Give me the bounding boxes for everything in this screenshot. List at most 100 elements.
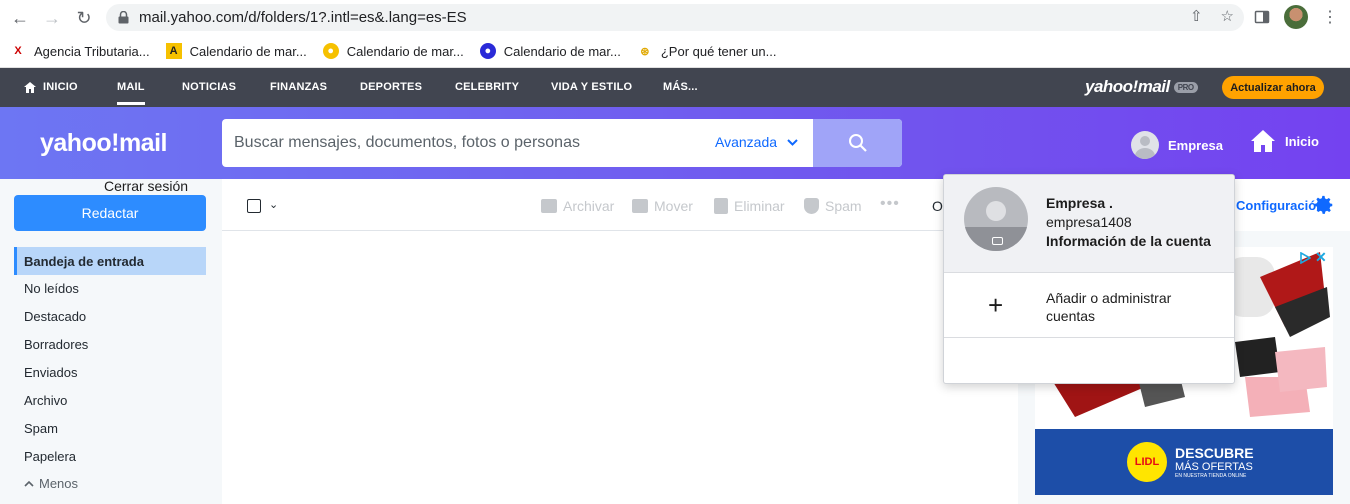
url-text: mail.yahoo.com/d/folders/1?.intl=es&.lan… [139, 9, 467, 26]
archive-button[interactable]: Archivar [541, 198, 614, 214]
forward-icon[interactable]: → [40, 6, 64, 30]
bookmark-label: Calendario de mar... [503, 43, 621, 59]
select-all-checkbox[interactable] [247, 199, 261, 213]
account-name: Empresa [1168, 137, 1223, 153]
medal-icon: ⊛ [640, 45, 650, 58]
folder-inbox[interactable]: Bandeja de entrada [14, 247, 206, 275]
nav-deportes[interactable]: DEPORTES [360, 81, 422, 93]
plus-icon: + [988, 290, 1004, 320]
logo-text: yahoo!mail [1085, 77, 1170, 96]
nav-vida-y-estilo[interactable]: VIDA Y ESTILO [551, 81, 632, 93]
nav-mas[interactable]: MÁS... [663, 81, 698, 93]
account-summary: Empresa . empresa1408 Información de la … [944, 175, 1234, 272]
spam-button[interactable]: Spam [804, 198, 862, 214]
pro-badge: PRO [1173, 81, 1198, 93]
bookmark-item[interactable]: A Calendario de mar... [165, 43, 307, 59]
bookmark-label: ¿Por qué tener un... [660, 43, 777, 59]
spam-label: Spam [825, 198, 862, 214]
home-link[interactable]: Inicio [1250, 129, 1319, 153]
folder-sent[interactable]: Enviados [14, 358, 206, 386]
folder-drafts[interactable]: Borradores [14, 330, 206, 358]
move-label: Mover [654, 198, 693, 214]
sort-options[interactable]: O [932, 198, 943, 214]
lidl-logo: LIDL [1127, 442, 1167, 482]
account-menu-button[interactable]: Empresa [1131, 131, 1223, 159]
shield-icon [804, 198, 819, 214]
address-bar[interactable]: mail.yahoo.com/d/folders/1?.intl=es&.lan… [106, 4, 1244, 31]
bookmark-item[interactable]: X Agencia Tributaria... [10, 43, 150, 59]
folder-trash[interactable]: Papelera [14, 442, 206, 470]
upgrade-button[interactable]: Actualizar ahora [1222, 76, 1324, 99]
compose-button[interactable]: Redactar [14, 195, 206, 231]
nav-celebrity[interactable]: CELEBRITY [455, 81, 519, 93]
adchoices-icon[interactable]: ✕ [1299, 249, 1327, 266]
calendar-yellow-icon: ● [322, 43, 339, 59]
bookmark-item[interactable]: ● Calendario de mar... [479, 43, 621, 59]
nav-home[interactable]: INICIO [24, 81, 78, 93]
settings-link[interactable]: Configuración [1236, 198, 1324, 213]
bookmark-label: Agencia Tributaria... [34, 43, 150, 59]
calendar-a-icon: A [165, 43, 182, 59]
gear-icon[interactable] [1313, 194, 1335, 216]
less-label: Menos [39, 476, 79, 491]
nav-finanzas[interactable]: FINANZAS [270, 81, 327, 93]
home-label: Inicio [1285, 133, 1319, 149]
profile-avatar[interactable] [1284, 5, 1308, 29]
ad-headline: DESCUBRE [1175, 445, 1254, 461]
folder-spam[interactable]: Spam [14, 414, 206, 442]
yahoo-mail-pro-logo[interactable]: yahoo!mail PRO [1085, 77, 1198, 97]
share-icon[interactable]: ⇧ [1190, 7, 1203, 25]
archive-label: Archivar [563, 198, 615, 214]
side-panel-icon[interactable] [1254, 9, 1270, 25]
close-ad-icon[interactable]: ✕ [1315, 249, 1327, 266]
home-icon [1251, 130, 1275, 152]
yahoo-mail-logo[interactable]: yahoo!mail [40, 129, 167, 158]
sign-out-button[interactable]: Cerrar sesión [104, 178, 188, 194]
bookmark-item[interactable]: ⊛ ¿Por qué tener un... [637, 43, 777, 59]
trash-icon [714, 198, 728, 214]
more-actions-icon[interactable]: ••• [880, 195, 900, 213]
back-icon[interactable]: ← [8, 6, 32, 30]
search-bar: Avanzada [222, 119, 902, 167]
nav-label: INICIO [43, 81, 78, 93]
account-username: empresa1408 [1046, 214, 1132, 230]
folder-unread[interactable]: No leídos [14, 274, 206, 302]
show-less-toggle[interactable]: Menos [24, 476, 78, 491]
search-button[interactable] [813, 119, 902, 167]
reload-icon[interactable]: ↻ [72, 6, 96, 30]
nav-noticias[interactable]: NOTICIAS [182, 81, 236, 93]
bookmark-star-icon[interactable]: ☆ [1221, 7, 1234, 25]
folder-starred[interactable]: Destacado [14, 302, 206, 330]
camera-icon [992, 237, 1003, 245]
advanced-search-toggle[interactable]: Avanzada [715, 134, 798, 150]
nav-mail[interactable]: MAIL [117, 81, 145, 105]
tax-agency-icon: X [14, 45, 22, 57]
folder-archive[interactable]: Archivo [14, 386, 206, 414]
lock-icon [118, 11, 129, 24]
message-toolbar: ⌄ Archivar Mover Eliminar Spam ••• O [222, 179, 1018, 231]
search-input[interactable] [222, 134, 692, 152]
add-manage-accounts[interactable]: + Añadir o administrar cuentas [944, 272, 1234, 338]
delete-button[interactable]: Eliminar [714, 198, 785, 214]
mail-header: yahoo!mail Avanzada Empresa Inicio [0, 107, 1350, 179]
more-vert-icon[interactable]: ⋮ [1322, 7, 1338, 27]
sidebar: Redactar Bandeja de entrada No leídos De… [0, 179, 222, 504]
move-button[interactable]: Mover [632, 198, 693, 214]
select-options-chevron-icon[interactable]: ⌄ [269, 198, 278, 211]
avatar [1131, 131, 1159, 159]
folder-move-icon [632, 199, 648, 213]
ad-banner: LIDL DESCUBRE MÁS OFERTAS EN NUESTRA TIE… [1035, 429, 1333, 495]
home-icon [24, 81, 36, 93]
delete-label: Eliminar [734, 198, 785, 214]
bookmark-item[interactable]: ● Calendario de mar... [322, 43, 464, 59]
archive-icon [541, 199, 557, 213]
bookmarks-bar: X Agencia Tributaria... A Calendario de … [0, 35, 1350, 68]
calendar-blue-icon: ● [479, 43, 496, 59]
ad-smallprint: EN NUESTRA TIENDA ONLINE [1175, 473, 1247, 479]
message-list [222, 231, 1018, 504]
account-info-link[interactable]: Información de la cuenta [1046, 232, 1211, 251]
chevron-up-icon [24, 480, 34, 487]
advanced-label: Avanzada [715, 134, 778, 150]
chevron-down-icon [787, 138, 798, 146]
browser-toolbar: ← → ↻ mail.yahoo.com/d/folders/1?.intl=e… [0, 0, 1350, 35]
